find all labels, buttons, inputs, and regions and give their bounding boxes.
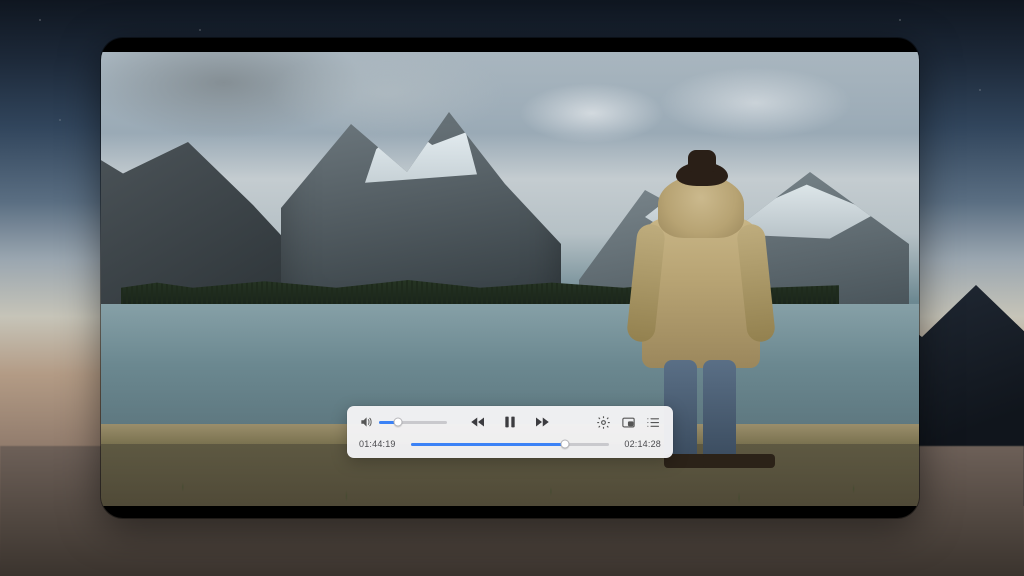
seek-bar[interactable]	[411, 443, 609, 446]
seek-thumb[interactable]	[560, 440, 569, 449]
forward-button[interactable]	[533, 413, 551, 431]
volume-thumb[interactable]	[394, 418, 403, 427]
total-duration: 02:14:28	[617, 439, 661, 449]
picture-in-picture-icon[interactable]	[621, 415, 636, 430]
playlist-icon[interactable]	[646, 415, 661, 430]
transport-controls	[447, 413, 573, 431]
video-player-window[interactable]: 01:44:19 02:14:28	[101, 38, 919, 518]
elapsed-time: 01:44:19	[359, 439, 403, 449]
video-content[interactable]: 01:44:19 02:14:28	[101, 52, 919, 506]
volume-control[interactable]	[359, 415, 447, 429]
rewind-button[interactable]	[469, 413, 487, 431]
playback-controls: 01:44:19 02:14:28	[347, 406, 673, 458]
seek-fill	[411, 443, 565, 446]
volume-icon	[359, 415, 373, 429]
gear-icon[interactable]	[596, 415, 611, 430]
volume-slider[interactable]	[379, 421, 447, 424]
pause-button[interactable]	[501, 413, 519, 431]
